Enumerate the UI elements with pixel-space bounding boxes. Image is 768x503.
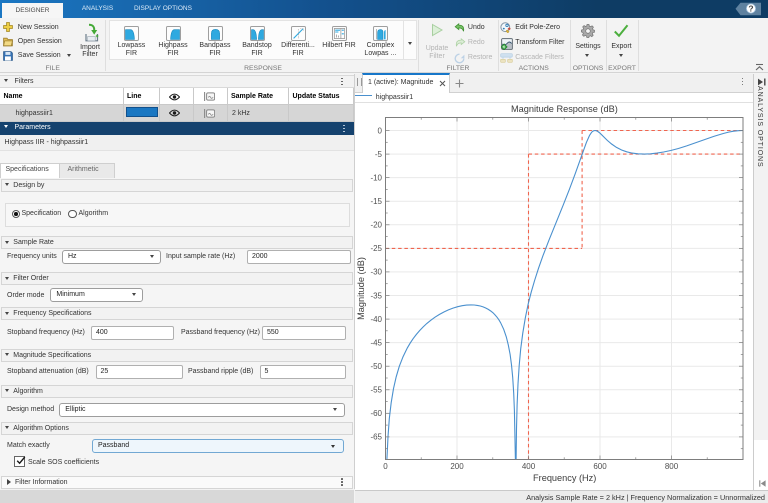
svg-text:Frequency (Hz): Frequency (Hz) [533, 473, 596, 483]
svg-text:?: ? [748, 4, 753, 14]
svg-text:-60: -60 [370, 409, 382, 418]
svg-text:-50: -50 [370, 362, 382, 371]
svg-text:-45: -45 [370, 338, 382, 347]
svg-text:200: 200 [450, 462, 464, 471]
svg-text:Magnitude (dB): Magnitude (dB) [356, 257, 366, 320]
svg-text:-20: -20 [370, 221, 382, 230]
svg-text:-35: -35 [370, 291, 382, 300]
svg-text:800: 800 [665, 462, 679, 471]
svg-text:-5: -5 [375, 150, 383, 159]
svg-text:-40: -40 [370, 315, 382, 324]
svg-text:0: 0 [378, 126, 383, 135]
svg-text:600: 600 [593, 462, 607, 471]
svg-text:-25: -25 [370, 244, 382, 253]
svg-text:Magnitude Response (dB): Magnitude Response (dB) [511, 104, 618, 114]
svg-text:-30: -30 [370, 268, 382, 277]
svg-text:-15: -15 [370, 197, 382, 206]
svg-text:-65: -65 [370, 433, 382, 442]
svg-text:400: 400 [522, 462, 536, 471]
svg-text:-55: -55 [370, 386, 382, 395]
svg-text:-10: -10 [370, 173, 382, 182]
svg-text:0: 0 [383, 462, 388, 471]
